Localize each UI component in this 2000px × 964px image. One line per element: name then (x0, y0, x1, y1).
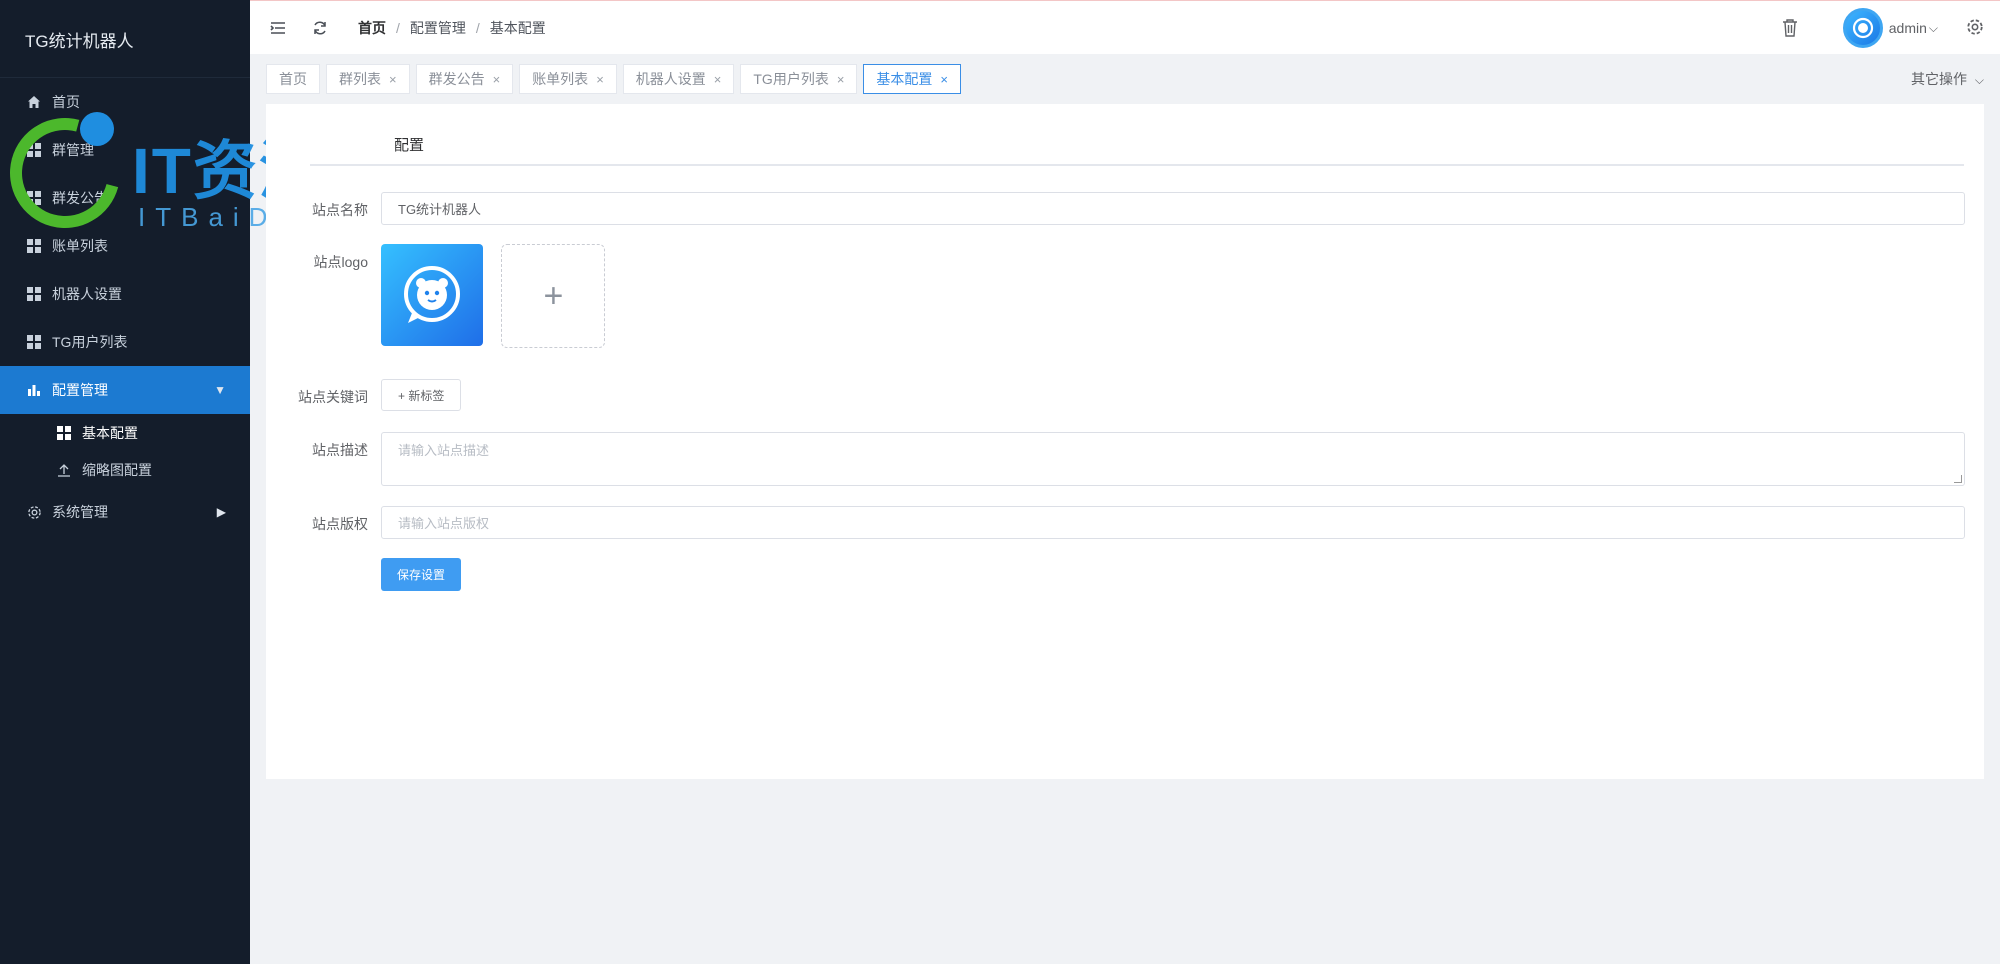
tab-label: 首页 (279, 71, 307, 87)
sidebar-item-label: 机器人设置 (52, 286, 122, 302)
tab-basic-config[interactable]: 基本配置 × (863, 64, 962, 94)
breadcrumb: 首页 / 配置管理 / 基本配置 (358, 18, 546, 38)
site-logo-image[interactable] (381, 244, 483, 346)
site-copyright-row: 站点版权 请输入站点版权 (266, 506, 1965, 539)
breadcrumb-separator: / (475, 19, 480, 36)
site-desc-row: 站点描述 请输入站点描述 (266, 432, 1965, 486)
config-card: 配置 站点名称 TG统计机器人 站点logo + 站点关键词 + 新标签 站点描… (266, 104, 1984, 779)
caret-right-icon: ▶ (216, 505, 226, 519)
trash-icon[interactable] (1781, 18, 1801, 38)
top-header: 首页 / 配置管理 / 基本配置 admin ⌵ (250, 0, 2000, 54)
close-icon[interactable]: × (596, 72, 604, 87)
tabs-bar: 首页 群列表 × 群发公告 × 账单列表 × 机器人设置 × TG用户列表 × 基本配置 ×… (250, 54, 2000, 104)
close-icon[interactable]: × (714, 72, 722, 87)
sidebar-item-label: 群发公告 (52, 190, 108, 206)
tab-bot-settings[interactable]: 机器人设置 × (622, 64, 735, 94)
breadcrumb-home[interactable]: 首页 (358, 18, 386, 38)
sidebar-subitem-thumbnail-config[interactable]: 缩略图配置 (0, 451, 250, 488)
grid-icon (26, 334, 42, 350)
site-name-row: 站点名称 TG统计机器人 (266, 192, 1965, 225)
config-tabs: 配置 (310, 134, 1964, 166)
sidebar-item-config[interactable]: 配置管理 ▼ (0, 366, 250, 414)
tab-group-list[interactable]: 群列表 × (326, 64, 410, 94)
site-keywords-label: 站点关键词 (298, 389, 368, 405)
site-copyright-label: 站点版权 (312, 516, 368, 532)
upload-icon (56, 462, 72, 478)
grid-icon (26, 142, 42, 158)
chevron-down-icon: ⌵ (1974, 73, 1984, 87)
logo-upload-button[interactable]: + (501, 244, 606, 348)
close-icon[interactable]: × (837, 72, 845, 87)
gear-icon (26, 504, 42, 520)
site-desc-placeholder: 请输入站点描述 (398, 443, 490, 458)
bar-chart-icon (26, 382, 42, 398)
close-icon[interactable]: × (493, 72, 501, 87)
tab-label: 基本配置 (876, 71, 933, 87)
chevron-down-icon[interactable]: ⌵ (1929, 21, 1938, 36)
resize-handle[interactable] (1954, 475, 1962, 483)
sidebar-item-label: 配置管理 (52, 382, 108, 398)
config-tab[interactable]: 配置 (394, 134, 424, 155)
site-desc-textarea[interactable]: 请输入站点描述 (381, 432, 1965, 486)
sidebar-subitem-basic-config[interactable]: 基本配置 (0, 414, 250, 451)
menu-toggle-icon[interactable] (268, 18, 288, 38)
sidebar-item-home[interactable]: 首页 (0, 78, 250, 126)
breadcrumb-separator: / (396, 19, 400, 36)
site-copyright-input[interactable]: 请输入站点版权 (381, 506, 1965, 539)
site-logo-row: 站点logo + (266, 244, 606, 348)
tab-tg-users[interactable]: TG用户列表 × (740, 64, 858, 94)
breadcrumb-item: 配置管理 (409, 19, 466, 36)
sidebar-item-system[interactable]: 系统管理 ▶ (0, 488, 250, 536)
sidebar-item-label: 系统管理 (52, 504, 108, 520)
sidebar-item-label: 账单列表 (52, 238, 108, 254)
tab-label: 群发公告 (428, 71, 485, 87)
site-keywords-row: 站点关键词 + 新标签 (266, 379, 462, 411)
grid-icon (26, 238, 42, 254)
sidebar-item-label: TG用户列表 (52, 334, 128, 350)
tab-label: 群列表 (339, 71, 381, 87)
sidebar-subitem-label: 基本配置 (82, 424, 138, 441)
sidebar-item-label: 群管理 (52, 142, 94, 158)
sidebar-item-tg-users[interactable]: TG用户列表 (0, 318, 250, 366)
more-operations-dropdown[interactable]: 其它操作 ⌵ (1911, 69, 1984, 89)
grid-icon (26, 286, 42, 302)
sidebar-item-groups[interactable]: 群管理 (0, 126, 250, 174)
tab-label: TG用户列表 (753, 71, 829, 87)
tab-bills[interactable]: 账单列表 × (519, 64, 617, 94)
site-name-label: 站点名称 (312, 202, 368, 218)
save-settings-button[interactable]: 保存设置 (381, 558, 462, 591)
site-name-input[interactable]: TG统计机器人 (381, 192, 1965, 225)
sidebar: TG统计机器人 首页 群管理 群发公告 账单列表 机器人设置 TG用户列表 配置… (0, 0, 250, 964)
close-icon[interactable]: × (389, 72, 397, 87)
avatar[interactable] (1842, 8, 1883, 48)
caret-down-icon: ▼ (214, 383, 226, 397)
new-tag-button[interactable]: + 新标签 (381, 379, 462, 411)
tab-home[interactable]: 首页 (266, 64, 320, 94)
more-operations-label: 其它操作 (1911, 71, 1967, 87)
grid-icon (56, 425, 72, 441)
site-logo-label: 站点logo (313, 254, 368, 270)
refresh-icon[interactable] (310, 18, 330, 38)
username[interactable]: admin (1889, 20, 1927, 36)
home-icon (26, 94, 42, 110)
breadcrumb-item: 基本配置 (489, 19, 546, 36)
sidebar-item-bills[interactable]: 账单列表 (0, 222, 250, 270)
close-icon[interactable]: × (940, 72, 948, 87)
settings-gear-icon[interactable] (1966, 18, 1986, 38)
sidebar-brand: TG统计机器人 (0, 0, 250, 78)
save-row: 保存设置 (266, 558, 462, 591)
sidebar-subitem-label: 缩略图配置 (82, 461, 152, 478)
grid-icon (26, 190, 42, 206)
tab-announcements[interactable]: 群发公告 × (415, 64, 514, 94)
site-desc-label: 站点描述 (312, 442, 368, 458)
sidebar-item-announcements[interactable]: 群发公告 (0, 174, 250, 222)
tab-label: 账单列表 (532, 71, 589, 87)
tab-label: 机器人设置 (635, 71, 706, 87)
sidebar-item-bot-settings[interactable]: 机器人设置 (0, 270, 250, 318)
sidebar-item-label: 首页 (52, 94, 80, 110)
